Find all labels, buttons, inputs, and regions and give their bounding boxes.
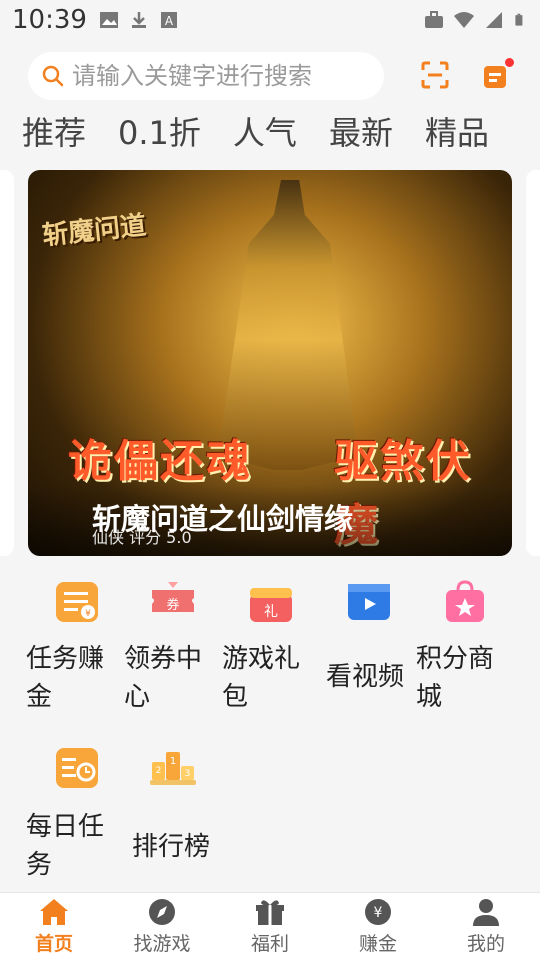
nav-label-welfare: 福利 [250,933,289,955]
nav-label-find-games: 找游戏 [133,933,191,955]
feature-coupon-center[interactable]: 券 领券中心 [124,568,224,718]
signal-icon [486,12,502,28]
gift-pack-icon: 礼 [250,588,292,622]
nav-home[interactable]: 首页 [0,893,108,960]
battery-icon [515,13,523,26]
briefcase-icon [425,11,443,28]
search-input[interactable] [72,62,362,90]
nav-welfare[interactable]: 福利 [216,893,324,960]
feature-label: 任务赚金 [26,644,105,712]
tab-premium[interactable]: 精品 [425,108,489,154]
compass-icon [149,899,175,925]
tab-recommend[interactable]: 推荐 [22,108,86,154]
nav-find-games[interactable]: 找游戏 [108,893,216,960]
svg-text:1: 1 [170,756,176,767]
feature-gift-pack[interactable]: 礼 游戏礼包 [222,568,322,718]
feature-label: 积分商城 [416,644,495,712]
banner-subtitle: 仙侠 评分 5.0 [92,528,192,547]
message-icon [484,66,506,88]
task-coin-icon: ¥ [56,582,98,622]
tab-newest[interactable]: 最新 [329,108,393,154]
nav-mine[interactable]: 我的 [432,893,540,960]
status-time: 10:39 [12,5,87,35]
feature-label: 每日任务 [26,812,105,880]
banner-slogan-left: 诡儡还魂 [68,436,252,487]
category-tabs: 推荐 0.1折 人气 最新 精品 [0,104,540,158]
ranking-icon: 2 1 3 [150,752,196,785]
feature-label: 看视频 [326,662,405,692]
feature-label: 领券中心 [124,644,203,712]
feature-points-shop[interactable]: 积分商城 [416,568,516,718]
coin-icon: ¥ [365,899,391,925]
tab-discount[interactable]: 0.1折 [118,108,201,154]
feature-daily-task[interactable]: 每日任务 [26,736,126,886]
banner-logo: 斩魔问道 [40,210,148,252]
status-bar: 10:39 A [0,0,540,40]
user-icon [473,899,499,926]
svg-text:¥: ¥ [85,609,91,619]
message-button[interactable] [482,58,514,92]
banner-next-peek[interactable] [526,170,540,556]
nav-label-mine: 我的 [466,933,505,955]
banner-carousel[interactable]: 斩魔问道 诡儡还魂 驱煞伏魔 斩魔问道之仙剑情缘 仙侠 评分 5.0 [0,170,540,556]
home-icon [40,899,68,925]
svg-text:3: 3 [185,769,191,779]
video-icon [348,584,390,620]
svg-text:A: A [165,14,174,28]
points-shop-icon [446,580,484,622]
a-icon: A [160,12,177,28]
search-row [0,48,540,104]
bottom-nav: 首页 找游戏 福利 ¥ 赚金 我的 [0,892,540,960]
image-icon [99,12,118,28]
feature-task-coin[interactable]: ¥ 任务赚金 [26,568,126,718]
feature-ranking[interactable]: 2 1 3 排行榜 [132,736,232,886]
tab-popular[interactable]: 人气 [233,108,297,154]
scan-icon[interactable] [420,60,450,90]
svg-text:2: 2 [156,766,162,776]
wifi-icon [454,12,474,28]
banner-prev-peek[interactable] [0,170,14,556]
search-box[interactable] [28,52,384,100]
nav-label-home: 首页 [34,933,73,955]
nav-earn-gold[interactable]: ¥ 赚金 [324,893,432,960]
feature-label: 游戏礼包 [222,644,301,712]
svg-text:券: 券 [166,597,179,613]
svg-text:¥: ¥ [374,905,383,921]
gift-icon [256,900,284,925]
search-icon [42,65,64,87]
nav-label-earn-gold: 赚金 [358,933,397,955]
feature-watch-video[interactable]: 看视频 [326,568,426,718]
daily-task-icon [56,748,98,788]
svg-text:礼: 礼 [264,604,278,620]
notification-dot [505,58,514,67]
coupon-icon: 券 [152,582,194,613]
download-icon [131,12,146,28]
feature-label: 排行榜 [132,832,211,862]
